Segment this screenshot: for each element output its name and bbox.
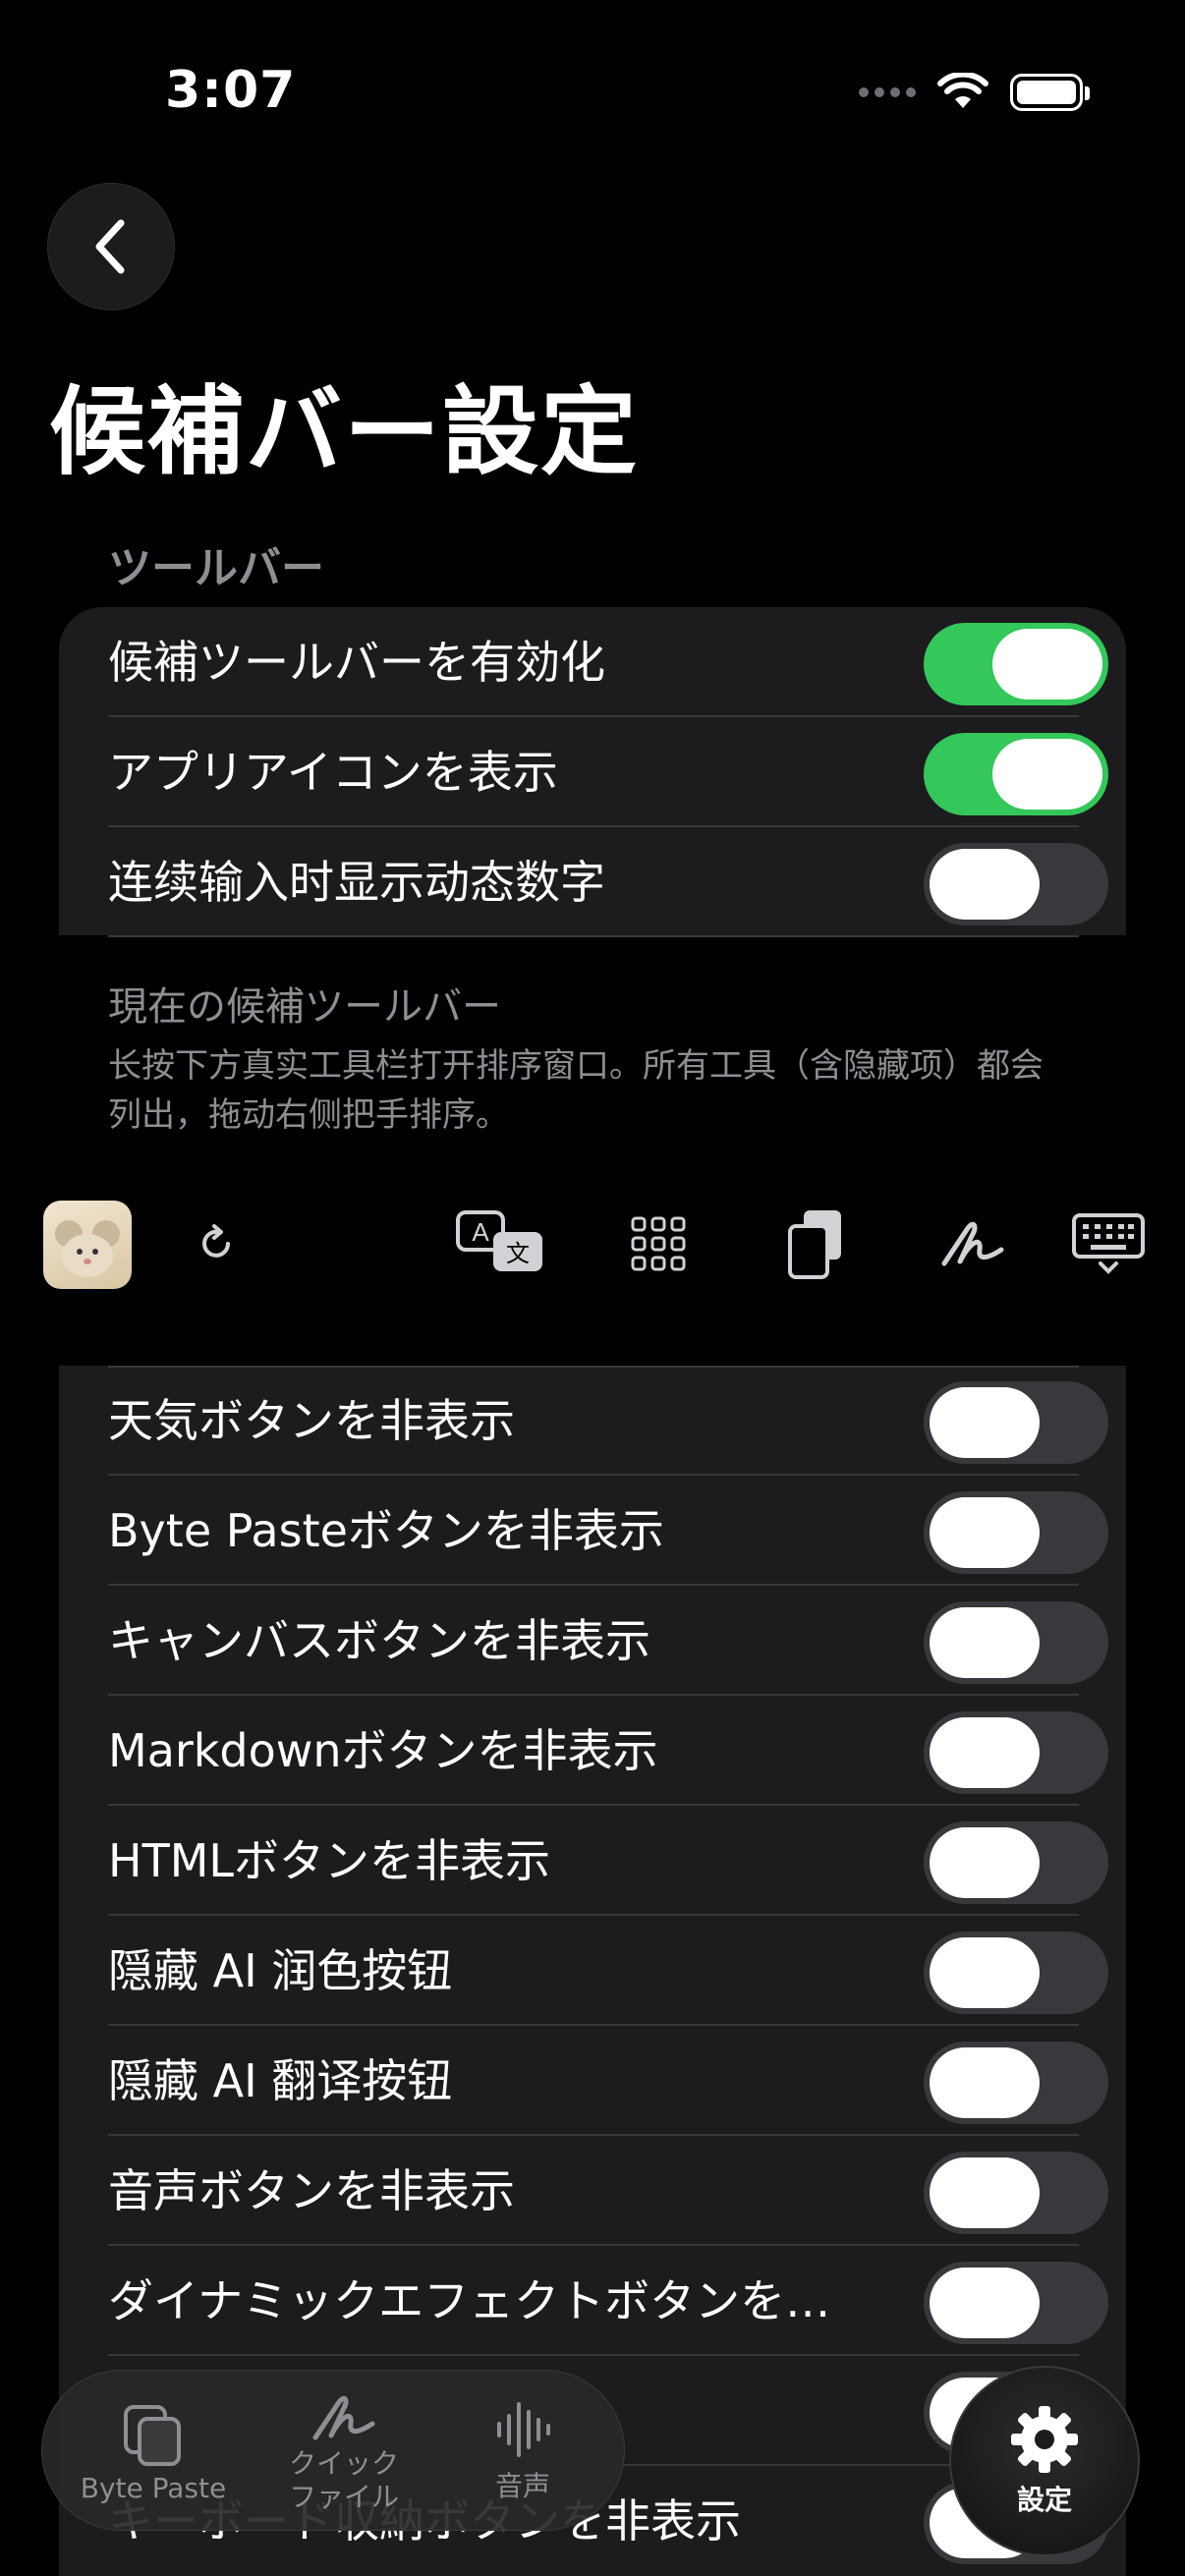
section-header-toolbar: ツールバー (108, 543, 324, 593)
toggle-row-hide-byte-paste: Byte Pasteボタンを非表示 (59, 1476, 1126, 1586)
row-label: 隠藏 AI 翻译按钮 (108, 2054, 453, 2107)
toggle-row-hide-html: HTMLボタンを非表示 (59, 1806, 1126, 1916)
refresh-icon[interactable] (169, 1197, 263, 1291)
toggle-row-hide-ai-polish: 隠藏 AI 润色按钮 (59, 1916, 1126, 2026)
enable-toolbar-toggle[interactable] (924, 623, 1108, 705)
row-label: 隠藏 AI 润色按钮 (108, 1944, 453, 1997)
tab-voice[interactable]: 音声 (439, 2371, 606, 2532)
tab-byte-paste[interactable]: Byte Paste (60, 2371, 247, 2532)
hide-ai-translate-toggle[interactable] (924, 2042, 1108, 2124)
hide-dynamic-effect-toggle[interactable] (924, 2262, 1108, 2344)
row-label: 候補ツールバーを有効化 (108, 636, 605, 689)
show-app-icon-toggle[interactable] (924, 733, 1108, 815)
row-label: HTMLボタンを非表示 (108, 1834, 551, 1887)
toggle-row-hide-canvas: キャンバスボタンを非表示 (59, 1586, 1126, 1696)
row-label: 音声ボタンを非表示 (108, 2164, 515, 2217)
hide-ai-polish-toggle[interactable] (924, 1932, 1108, 2014)
toggle-row-hide-weather: 天気ボタンを非表示 (59, 1366, 1126, 1476)
toggle-row-hide-markdown: Markdownボタンを非表示 (59, 1696, 1126, 1806)
tab-label: Byte Paste (80, 2471, 227, 2504)
row-label: ダイナミックエフェクトボタンを… (108, 2274, 831, 2327)
current-toolbar-description: 长按下方真实工具栏打开排序窗口。所有工具（含隐藏项）都会列出，拖动右侧把手排序。 (108, 1046, 1044, 1135)
chevron-left-icon (95, 219, 125, 274)
toggle-row-show-app-icon: アプリアイコンを表示 (59, 717, 1126, 827)
row-label: 天気ボタンを非表示 (108, 1394, 515, 1447)
current-toolbar-title: 現在の候補ツールバー (108, 984, 501, 1030)
cellular-icon (859, 87, 916, 97)
row-label: キャンバスボタンを非表示 (108, 1614, 650, 1667)
tab-label: クイック ファイル (288, 2447, 399, 2513)
grid-icon[interactable] (611, 1197, 705, 1291)
hide-html-toggle[interactable] (924, 1821, 1108, 1904)
hide-byte-paste-toggle[interactable] (924, 1491, 1108, 1574)
clipboard-icon[interactable] (768, 1197, 863, 1291)
svg-text:A: A (472, 1217, 489, 1247)
battery-icon (1010, 74, 1090, 111)
tab-bar: Byte Paste クイック ファイル 音声 (41, 2370, 625, 2531)
settings-button[interactable]: 設定 (949, 2366, 1140, 2556)
toggle-row-hide-ai-translate: 隠藏 AI 翻译按钮 (59, 2026, 1126, 2136)
keyboard-hide-icon[interactable] (1061, 1197, 1156, 1291)
row-label: Byte Pasteボタンを非表示 (108, 1504, 664, 1557)
hide-canvas-toggle[interactable] (924, 1601, 1108, 1684)
page-title: 候補バー設定 (49, 376, 640, 488)
row-label: 连续输入时显示动态数字 (108, 856, 605, 909)
tab-quick-file[interactable]: クイック ファイル (260, 2371, 427, 2532)
hide-weather-toggle[interactable] (924, 1381, 1108, 1464)
toolbar-settings-card: 候補ツールバーを有効化 アプリアイコンを表示 连续输入时显示动态数字 (59, 607, 1126, 937)
hide-voice-toggle[interactable] (924, 2152, 1108, 2234)
settings-label: 設定 (1016, 2484, 1072, 2516)
translate-icon[interactable]: A文 (454, 1197, 548, 1291)
toggle-row-dynamic-numbers: 连续输入时显示动态数字 (59, 827, 1126, 937)
toggle-row-hide-dynamic-effect: ダイナミックエフェクトボタンを… (59, 2246, 1126, 2356)
handwriting-icon[interactable] (926, 1197, 1020, 1291)
row-label: Markdownボタンを非表示 (108, 1724, 658, 1777)
status-icons (859, 73, 1090, 112)
toggle-row-enable-toolbar: 候補ツールバーを有効化 (59, 607, 1126, 717)
wifi-icon (937, 73, 988, 108)
row-label: アプリアイコンを表示 (108, 746, 558, 799)
back-button[interactable] (47, 183, 175, 310)
toggle-row-hide-voice: 音声ボタンを非表示 (59, 2136, 1126, 2246)
handwriting-icon (312, 2395, 375, 2440)
waveform-icon (497, 2402, 550, 2457)
status-time: 3:07 (165, 61, 297, 120)
copy-icon (124, 2404, 181, 2466)
svg-text:文: 文 (506, 1240, 530, 1267)
dynamic-numbers-toggle[interactable] (924, 843, 1108, 925)
tab-label: 音声 (494, 2470, 550, 2502)
gear-icon (1011, 2406, 1078, 2473)
app-icon[interactable] (43, 1201, 132, 1289)
hide-markdown-toggle[interactable] (924, 1711, 1108, 1794)
